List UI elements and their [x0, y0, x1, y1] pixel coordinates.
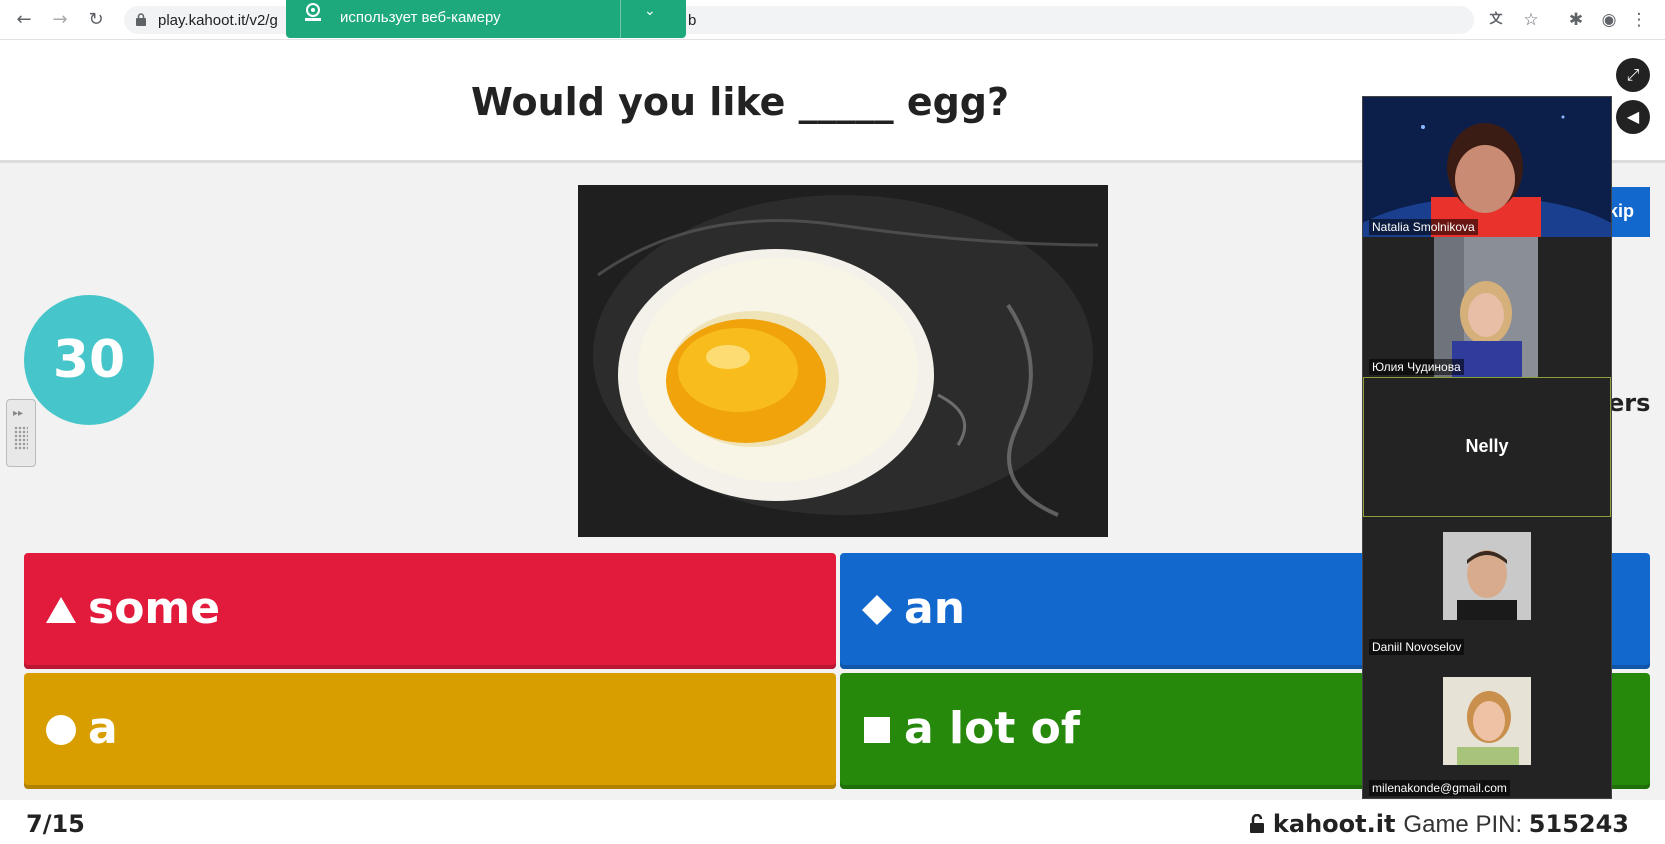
- participant-tile[interactable]: Daniil Novoselov: [1363, 517, 1611, 657]
- answer-button-circle[interactable]: a: [24, 673, 836, 789]
- answer-label: a: [88, 703, 118, 754]
- participant-tile[interactable]: milenakonde@gmail.com: [1363, 657, 1611, 798]
- answer-label: an: [904, 583, 966, 634]
- participant-video: [1443, 532, 1531, 620]
- speaker-icon[interactable]: ◀: [1616, 100, 1650, 134]
- footer-bar: 7/15 kahoot.it Game PIN: 515243: [0, 800, 1665, 844]
- expand-arrows-icon: ▸▸: [13, 408, 24, 419]
- kebab-menu-icon[interactable]: ⋮: [1628, 9, 1650, 31]
- unlock-icon: [1249, 813, 1264, 833]
- browser-toolbar: ← → ↻ play.kahoot.it/v2/g b использует в…: [0, 0, 1665, 40]
- question-progress: 7/15: [26, 810, 85, 838]
- participant-video: [1363, 97, 1611, 237]
- triangle-icon: [46, 597, 76, 623]
- lock-icon: [136, 13, 146, 26]
- answers-count-label: ers: [1608, 389, 1651, 417]
- translate-icon[interactable]: 文: [1485, 9, 1507, 31]
- video-call-panel: Natalia Smolnikova Юлия Чудинова Nelly D: [1362, 96, 1612, 799]
- kahoot-screen: ← → ↻ play.kahoot.it/v2/g b использует в…: [0, 0, 1665, 844]
- participant-name: Natalia Smolnikova: [1369, 219, 1478, 235]
- participant-tile[interactable]: Natalia Smolnikova: [1363, 97, 1611, 237]
- grip-dots-icon: [14, 426, 28, 450]
- chevron-down-icon[interactable]: ⌄: [644, 2, 656, 19]
- participant-tile-active[interactable]: Nelly: [1363, 377, 1611, 517]
- game-pin-area: kahoot.it Game PIN: 515243: [1249, 810, 1629, 839]
- participant-name: Daniil Novoselov: [1369, 639, 1465, 655]
- kahoot-brand: kahoot.it: [1272, 810, 1396, 838]
- game-pin-label: Game PIN:: [1403, 811, 1523, 838]
- url-text: play.kahoot.it/v2/g: [158, 12, 278, 29]
- answer-button-triangle[interactable]: some: [24, 553, 836, 669]
- participant-tile[interactable]: Юлия Чудинова: [1363, 237, 1611, 377]
- star-icon[interactable]: ☆: [1520, 9, 1542, 31]
- fullscreen-icon[interactable]: ⤢: [1616, 58, 1650, 92]
- reload-icon[interactable]: ↻: [84, 8, 108, 32]
- puzzle-icon[interactable]: ✱: [1565, 9, 1587, 31]
- forward-arrow-icon[interactable]: →: [48, 8, 72, 32]
- back-arrow-icon[interactable]: ←: [12, 8, 36, 32]
- url-tail-text: b: [688, 12, 697, 29]
- webcam-icon: [305, 3, 321, 21]
- participant-name: Юлия Чудинова: [1369, 359, 1464, 375]
- diamond-icon: [862, 595, 892, 625]
- participant-video: [1443, 677, 1531, 765]
- side-panel-handle[interactable]: ▸▸: [6, 399, 36, 467]
- camera-notification[interactable]: использует веб-камеру ⌄: [286, 0, 686, 38]
- participant-name: Nelly: [1465, 436, 1509, 456]
- divider: [620, 0, 621, 38]
- game-pin-value: 515243: [1528, 810, 1629, 838]
- circle-icon: [46, 715, 76, 745]
- profile-icon[interactable]: ◉: [1598, 9, 1620, 31]
- countdown-timer: 30: [24, 295, 154, 425]
- camera-notification-text: использует веб-камеру: [340, 9, 501, 26]
- square-icon: [864, 717, 890, 743]
- question-title: Would you like _____ egg?: [470, 80, 1010, 124]
- answer-label: some: [88, 583, 221, 634]
- participant-name: milenakonde@gmail.com: [1369, 780, 1510, 796]
- answer-label: a lot of: [904, 703, 1081, 754]
- participant-video: [1434, 237, 1538, 377]
- fried-egg-image: [578, 185, 1108, 537]
